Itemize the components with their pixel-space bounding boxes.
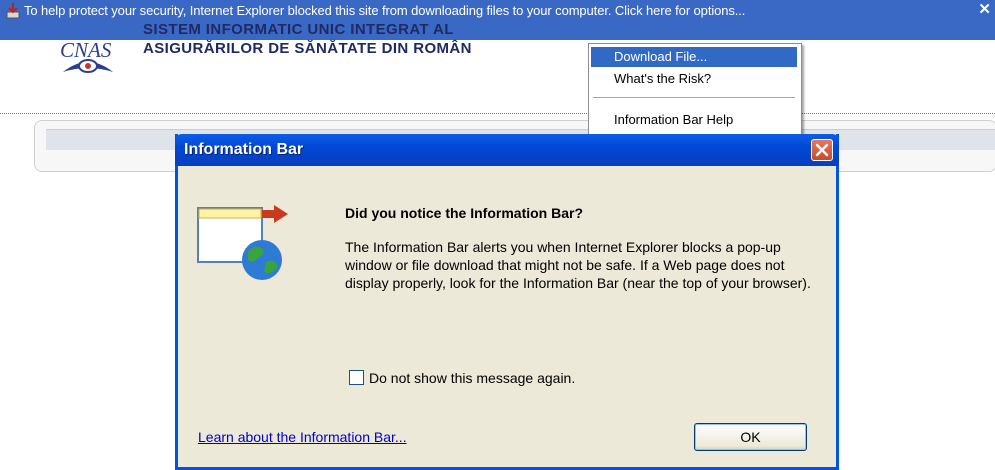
close-icon bbox=[815, 143, 829, 157]
dont-show-again-label[interactable]: Do not show this message again. bbox=[369, 370, 575, 386]
menu-item-download-file[interactable]: Download File... bbox=[591, 47, 797, 67]
cnas-logo-text: CNAS bbox=[60, 38, 112, 62]
page-title-line-1: SISTEM INFORMATIC UNIC INTEGRAT AL bbox=[143, 21, 454, 38]
information-bar-dialog bbox=[175, 134, 839, 470]
dialog-body-text: The Information Bar alerts you when Inte… bbox=[345, 239, 811, 291]
page-title-line-2: ASIGURĂRILOR DE SĂNĂTATE DIN ROMÂN bbox=[143, 40, 472, 57]
dont-show-again-checkbox[interactable] bbox=[349, 370, 364, 385]
dialog-heading: Did you notice the Information Bar? bbox=[345, 205, 584, 221]
close-icon[interactable]: ✕ bbox=[978, 0, 991, 18]
header-divider bbox=[0, 113, 995, 114]
information-bar-illustration-icon bbox=[197, 205, 288, 280]
information-bar-menu: Download File... What's the Risk? Inform… bbox=[588, 43, 802, 139]
dialog-title: Information Bar bbox=[184, 141, 304, 158]
menu-separator bbox=[593, 97, 795, 98]
menu-item-whats-the-risk[interactable]: What's the Risk? bbox=[591, 69, 797, 89]
dialog-close-button[interactable] bbox=[811, 139, 833, 161]
menu-item-information-bar-help[interactable]: Information Bar Help bbox=[591, 110, 797, 130]
dialog-title-bar[interactable]: Information Bar bbox=[175, 134, 839, 166]
ok-button[interactable]: OK bbox=[694, 423, 807, 451]
learn-about-information-bar-link[interactable]: Learn about the Information Bar... bbox=[198, 429, 407, 445]
information-bar-text[interactable]: To help protect your security, Internet … bbox=[24, 3, 745, 18]
blocked-download-icon bbox=[6, 3, 20, 19]
